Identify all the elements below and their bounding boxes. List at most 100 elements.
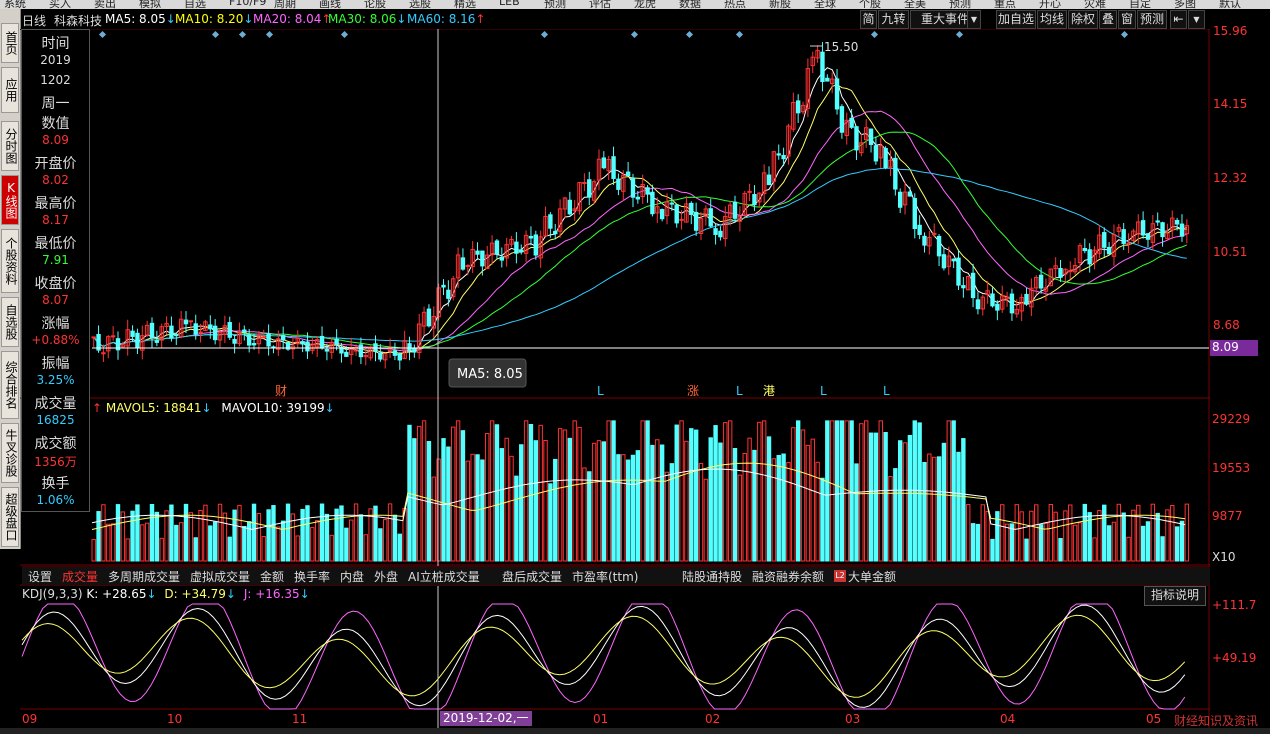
volume-bar: [276, 526, 281, 562]
nav-8[interactable]: 超级盘口: [1, 487, 19, 547]
toolbar-button[interactable]: 均线: [1037, 10, 1067, 29]
volume-bar: [246, 521, 252, 562]
top-menu-item[interactable]: 龙虎: [634, 0, 656, 9]
candle-body: [567, 199, 573, 215]
volume-bar: [203, 504, 208, 562]
price-tick: 12.32: [1213, 171, 1248, 185]
period-label[interactable]: 日线: [22, 12, 46, 29]
toolbar-button[interactable]: 除权: [1068, 10, 1098, 29]
volume-bar: [101, 504, 106, 562]
volume-bar: [1116, 503, 1122, 562]
volume-bar: [776, 454, 781, 562]
top-menu-item[interactable]: 选股: [409, 0, 431, 9]
top-menu-item[interactable]: 新股: [769, 0, 791, 9]
volume-bar: [766, 436, 772, 562]
top-menu-item[interactable]: F10/F9: [229, 0, 266, 8]
top-menu-item[interactable]: 画线: [319, 0, 341, 9]
top-menu-item[interactable]: 默认: [1219, 0, 1241, 9]
kdj-axis-top: +111.7: [1212, 598, 1257, 612]
top-menu-item[interactable]: 预测: [949, 0, 971, 9]
nav-5[interactable]: 自选股: [1, 297, 19, 347]
volume-bar: [329, 534, 334, 562]
top-menu-item[interactable]: 热点: [724, 0, 746, 9]
top-menu-item[interactable]: 数据: [679, 0, 701, 9]
top-menu-item[interactable]: 评估: [589, 0, 611, 9]
chart-area[interactable]: 15.50 MA5: 8.05 财 L 涨 L 港 L L: [20, 29, 1210, 728]
candle-body: [232, 338, 237, 344]
nav-0[interactable]: 首页: [1, 23, 19, 63]
top-menu-item[interactable]: 个股: [859, 0, 881, 9]
info-label: 成交量: [34, 396, 77, 412]
candle-body: [718, 230, 723, 238]
volume-bar: [577, 426, 582, 562]
price-tick: 8.68: [1213, 318, 1240, 332]
tab-4[interactable]: 金额: [260, 568, 284, 585]
event-diamond-icon: [340, 30, 349, 39]
tab-0[interactable]: 设置: [28, 568, 52, 585]
top-menu-item[interactable]: 自定: [1129, 0, 1151, 9]
top-menu-item[interactable]: LEB: [499, 0, 520, 8]
nav-7[interactable]: 牛叉诊股: [1, 423, 19, 483]
menu-arrow-icon[interactable]: ▼: [1188, 10, 1205, 29]
top-menu-item[interactable]: 自选: [184, 0, 206, 9]
candle-body: [936, 235, 942, 257]
candle-body: [1140, 220, 1146, 236]
top-menu-item[interactable]: 模拟: [139, 0, 161, 9]
tab-10[interactable]: 市盈率(ttm): [572, 568, 638, 585]
toolbar-button[interactable]: 简: [860, 10, 877, 29]
indicator-help-button[interactable]: 指标说明: [1144, 586, 1206, 606]
volume-bar: [1126, 536, 1131, 562]
nav-3[interactable]: K线图: [1, 175, 19, 225]
candle-body: [1179, 223, 1185, 237]
volume-bar: [946, 420, 951, 562]
toolbar-button[interactable]: 窗: [1118, 10, 1136, 29]
tab-7[interactable]: 外盘: [374, 568, 398, 585]
tab-1[interactable]: 成交量: [62, 568, 98, 585]
date-highlight: 2019-12-02,一: [440, 711, 532, 726]
nav-4[interactable]: 个股资料: [1, 229, 19, 293]
tab-6[interactable]: 内盘: [340, 568, 364, 585]
top-menu-item[interactable]: 全美: [904, 0, 926, 9]
tab-12[interactable]: 融资融券余额: [752, 568, 824, 585]
info-value: 2019: [40, 53, 71, 67]
top-menu-item[interactable]: 论股: [364, 0, 386, 9]
top-menu-item[interactable]: 买入: [49, 0, 71, 9]
dropdown-arrow-icon[interactable]: ▼: [967, 10, 981, 29]
top-menu-item[interactable]: 系统: [4, 0, 26, 9]
nav-2[interactable]: 分时图: [1, 121, 19, 171]
tab-11[interactable]: 陆股通持股: [682, 568, 742, 585]
price-tick: 10.51: [1213, 245, 1248, 259]
tab-8[interactable]: AI立桩成交量: [408, 568, 480, 585]
nav-1[interactable]: 应用: [1, 67, 19, 113]
tab-13[interactable]: 大单金额: [848, 568, 896, 585]
volume-bar: [1000, 504, 1005, 562]
top-menu-item[interactable]: 预测: [544, 0, 566, 9]
nav-6[interactable]: 综合排名: [1, 351, 19, 419]
toolbar-button[interactable]: 叠: [1099, 10, 1117, 29]
candle-body: [1155, 220, 1160, 223]
top-menu-item[interactable]: 多图: [1174, 0, 1196, 9]
top-menu-item[interactable]: 重点: [994, 0, 1016, 9]
event-diamond-icon: [955, 30, 964, 39]
volume-bar: [800, 429, 806, 562]
tab-3[interactable]: 虚拟成交量: [190, 568, 250, 585]
maximize-icon[interactable]: ⇤: [1170, 10, 1187, 29]
top-menu-bar[interactable]: 系统 买入 卖出 模拟 自选 F10/F9 周期 画线 论股 选股 精选 LEB 预测 评估 龙虎 数据 热点 新…: [0, 0, 1270, 9]
top-menu-item[interactable]: 灾难: [1084, 0, 1106, 9]
candle-body: [110, 335, 116, 338]
candle-body: [397, 353, 402, 361]
candle-body: [1121, 229, 1126, 244]
toolbar-button[interactable]: 加自选: [996, 10, 1036, 29]
tab-9[interactable]: 盘后成交量: [502, 568, 562, 585]
toolbar-button[interactable]: 九转: [878, 10, 909, 29]
tab-2[interactable]: 多周期成交量: [108, 568, 180, 585]
top-menu-item[interactable]: 开心: [1039, 0, 1061, 9]
toolbar-button[interactable]: 预测: [1137, 10, 1167, 29]
top-menu-item[interactable]: 全球: [814, 0, 836, 9]
tab-5[interactable]: 换手率: [294, 568, 330, 585]
top-menu-item[interactable]: 周期: [274, 0, 296, 9]
top-menu-item[interactable]: 精选: [454, 0, 476, 9]
bottom-indicator-bar[interactable]: [0, 728, 1270, 734]
top-menu-item[interactable]: 卖出: [94, 0, 116, 9]
info-value: 7.91: [42, 253, 69, 267]
